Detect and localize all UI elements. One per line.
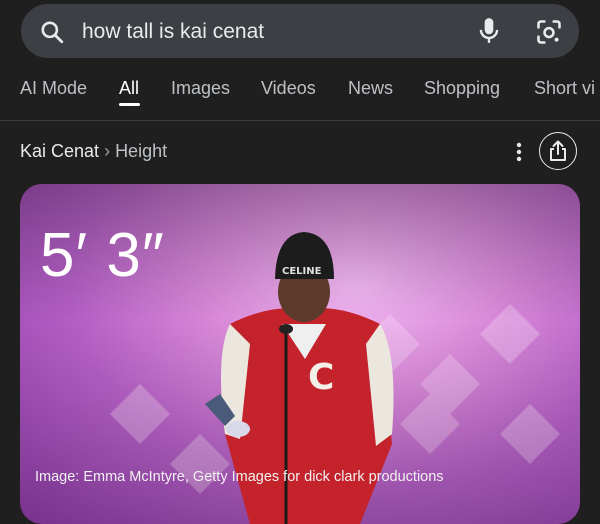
image-caption: Image: Emma McIntyre, Getty Images for d… bbox=[35, 469, 444, 485]
tab-images[interactable]: Images bbox=[171, 78, 230, 99]
svg-text:CELINE: CELINE bbox=[282, 266, 322, 277]
height-result-card[interactable]: C CELINE 5′ 3″ Image: Emma McIntyre, Get… bbox=[20, 184, 580, 524]
tab-news[interactable]: News bbox=[348, 78, 393, 99]
share-button[interactable] bbox=[539, 132, 577, 170]
tab-ai-mode[interactable]: AI Mode bbox=[20, 78, 87, 99]
search-input[interactable]: how tall is kai cenat bbox=[82, 19, 264, 45]
tab-videos[interactable]: Videos bbox=[261, 78, 316, 99]
search-icon bbox=[41, 21, 64, 44]
search-bar[interactable]: how tall is kai cenat bbox=[21, 4, 579, 58]
divider bbox=[0, 120, 600, 121]
breadcrumb: Kai Cenat › Height bbox=[20, 141, 167, 162]
tab-all[interactable]: All bbox=[119, 78, 139, 99]
mic-icon[interactable] bbox=[476, 17, 502, 45]
active-tab-indicator bbox=[119, 103, 140, 106]
breadcrumb-attribute: Height bbox=[115, 141, 168, 161]
svg-text:C: C bbox=[308, 357, 334, 398]
search-tabs: AI Mode All Images Videos News Shopping … bbox=[0, 68, 600, 118]
tab-shopping[interactable]: Shopping bbox=[424, 78, 500, 99]
more-vert-icon[interactable] bbox=[511, 140, 527, 164]
breadcrumb-separator: › bbox=[104, 141, 111, 161]
share-icon bbox=[550, 140, 566, 161]
google-lens-icon[interactable] bbox=[535, 18, 563, 46]
breadcrumb-entity[interactable]: Kai Cenat bbox=[20, 141, 99, 161]
tab-short-videos[interactable]: Short vi bbox=[534, 78, 595, 99]
height-value: 5′ 3″ bbox=[40, 221, 165, 290]
